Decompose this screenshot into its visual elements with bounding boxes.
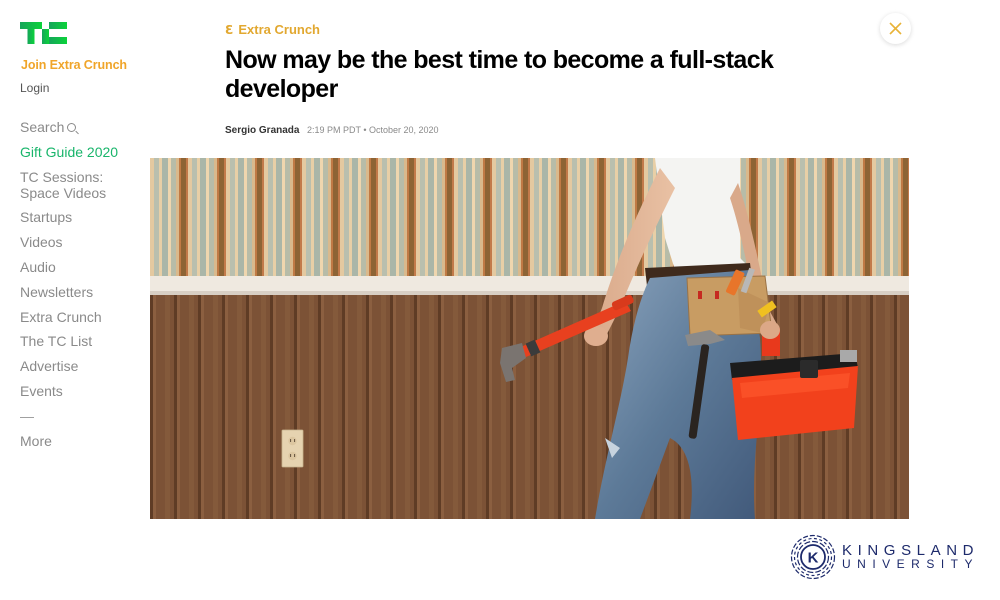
sidebar-item-search[interactable]: Search — [20, 119, 120, 135]
kingsland-line2: UNIVERSITY — [842, 557, 980, 571]
sidebar-item-extra-crunch[interactable]: Extra Crunch — [20, 309, 120, 325]
close-button[interactable] — [880, 13, 911, 44]
hero-illustration — [150, 158, 909, 519]
wallpaper — [150, 158, 909, 276]
search-icon — [67, 123, 77, 132]
close-icon — [889, 22, 902, 35]
category-label: Extra Crunch — [238, 22, 320, 37]
join-extra-crunch-link[interactable]: Join Extra Crunch — [21, 58, 127, 72]
kingsland-emblem-icon: K — [790, 534, 836, 580]
login-link[interactable]: Login — [20, 81, 49, 95]
wall-outlet — [281, 429, 304, 468]
category-kicker[interactable]: Ɛ Extra Crunch — [225, 22, 320, 37]
sidebar-item-newsletters[interactable]: Newsletters — [20, 284, 120, 300]
sidebar-item-advertise[interactable]: Advertise — [20, 358, 120, 374]
hero-image — [150, 158, 909, 519]
sidebar-item-events[interactable]: Events — [20, 383, 120, 399]
extra-crunch-icon: Ɛ — [225, 22, 234, 37]
sidebar-item-label: Search — [20, 119, 65, 135]
sidebar-item-videos[interactable]: Videos — [20, 234, 120, 250]
sidebar-item-audio[interactable]: Audio — [20, 259, 120, 275]
timestamp: 2:19 PM PDT • October 20, 2020 — [306, 125, 439, 135]
author-link[interactable]: Sergio Granada — [225, 125, 299, 136]
byline: Sergio Granada 2:19 PM PDT • October 20,… — [225, 125, 439, 136]
sidebar-item-tc-sessions[interactable]: TC Sessions: Space Videos — [20, 169, 120, 201]
kingsland-monogram: K — [808, 550, 819, 567]
chair-rail — [150, 276, 909, 293]
article-title: Now may be the best time to become a ful… — [225, 46, 774, 103]
kingsland-university-logo: K KINGSLAND UNIVERSITY — [790, 534, 979, 580]
sidebar-nav: Search Gift Guide 2020 TC Sessions: Spac… — [20, 119, 120, 457]
kingsland-wordmark: KINGSLAND UNIVERSITY — [842, 543, 979, 571]
sidebar-item-tc-list[interactable]: The TC List — [20, 333, 120, 349]
sidebar-item-gift-guide[interactable]: Gift Guide 2020 — [20, 144, 120, 160]
kingsland-line1: KINGSLAND — [842, 542, 980, 559]
techcrunch-logo[interactable] — [20, 22, 67, 44]
sidebar-item-startups[interactable]: Startups — [20, 209, 120, 225]
sidebar-divider: — — [20, 407, 34, 424]
sidebar-item-more[interactable]: More — [20, 433, 120, 449]
